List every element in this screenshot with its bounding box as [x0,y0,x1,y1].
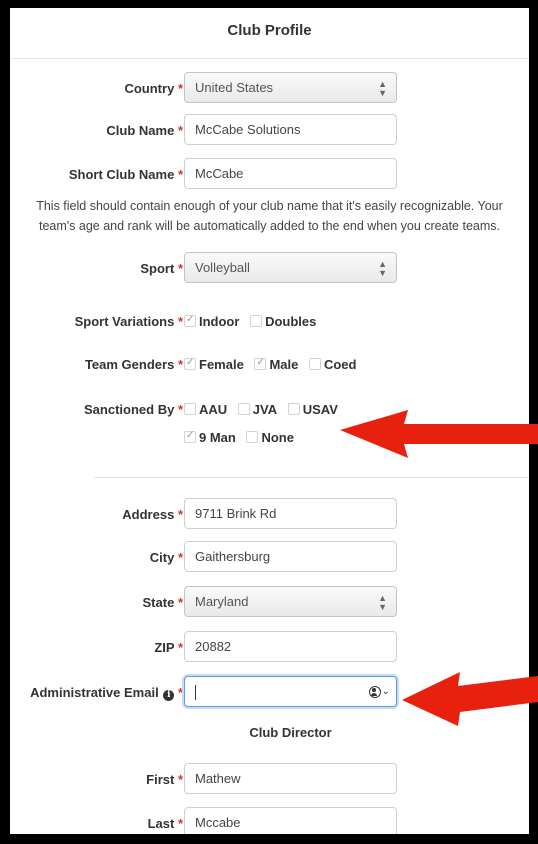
sport-row: Sport * Volleyball ▲ ▼ [10,252,529,284]
section-divider [94,477,529,478]
club-director-heading: Club Director [249,725,332,740]
page-title: Club Profile [227,22,312,39]
checkbox-box[interactable] [184,357,196,370]
info-icon[interactable]: i [163,690,175,701]
required-mark: * [177,402,183,417]
required-mark: * [177,550,183,565]
state-label: State * [142,595,183,610]
required-mark: * [177,261,183,276]
club-name-row: Club Name * McCabe Solutions [10,114,529,146]
sport-variations-row: Sport Variations * Indoor Doubles [10,305,529,337]
required-mark: * [177,167,183,182]
checkbox-none[interactable]: None [246,430,294,445]
first-name-input[interactable]: Mathew [184,763,397,794]
country-row: Country * United States ▲ ▼ [10,72,529,104]
admin-email-input[interactable]: ⌄ [184,676,397,707]
required-mark: * [177,357,183,372]
short-club-name-help-text: This field should contain enough of your… [36,199,503,233]
first-name-label: First * [146,772,183,787]
state-select[interactable]: Maryland ▲ ▼ [184,586,397,617]
required-mark: * [177,595,183,610]
checkbox-aau[interactable]: AAU [184,402,227,417]
required-mark: * [177,81,183,96]
checkbox-box[interactable] [246,431,259,443]
state-row: State * Maryland ▲ ▼ [10,586,529,618]
short-club-name-input[interactable]: McCabe [184,158,397,189]
checkbox-coed[interactable]: Coed [308,357,356,372]
checkbox-box[interactable] [184,430,196,443]
first-name-row: First * Mathew [10,763,529,795]
checkbox-usav[interactable]: USAV [287,402,338,417]
team-genders-options: Female Male Coed [184,357,363,372]
required-mark: * [177,640,183,655]
state-value: Maryland [195,594,249,609]
team-genders-row: Team Genders * Female Male Coed [10,348,529,380]
checkbox-box[interactable] [287,403,300,415]
sport-label: Sport * [140,261,183,276]
header-divider [10,58,529,59]
address-label: Address * [122,507,183,522]
checkbox-doubles[interactable]: Doubles [250,314,316,329]
zip-input[interactable]: 20882 [184,631,397,662]
city-label: City * [149,550,183,565]
checkbox-box[interactable] [250,315,263,327]
required-mark: * [177,123,183,138]
last-name-label: Last * [147,816,183,831]
checkbox-box[interactable] [308,358,321,370]
sanctioned-by-label: Sanctioned By * [84,402,183,417]
up-down-arrows-icon: ▲ ▼ [378,593,387,612]
address-row: Address * 9711 Brink Rd [10,498,529,530]
contact-autofill-icon[interactable]: ⌄ [368,684,390,699]
required-mark: * [177,772,183,787]
short-club-name-label: Short Club Name * [68,167,183,182]
last-name-row: Last * Mccabe [10,807,529,834]
checkbox-box[interactable] [184,314,196,327]
required-mark: * [177,314,183,329]
sanctioned-by-options: AAU JVA USAV [184,402,345,417]
checkbox-female[interactable]: Female [184,357,244,372]
sport-value: Volleyball [195,260,250,275]
sport-select[interactable]: Volleyball ▲ ▼ [184,252,397,283]
text-caret [195,685,196,701]
checkbox-male[interactable]: Male [254,357,298,372]
checkbox-box[interactable] [254,357,267,370]
sanctioned-by-options-2: 9 Man None [184,430,301,445]
club-name-label: Club Name * [106,123,183,138]
sport-variations-options: Indoor Doubles [184,314,323,329]
admin-email-label: Administrative Email i * [30,685,183,701]
checkbox-9-man[interactable]: 9 Man [184,430,236,445]
address-input[interactable]: 9711 Brink Rd [184,498,397,529]
city-input[interactable]: Gaithersburg [184,541,397,572]
admin-email-row: Administrative Email i * ⌄ [10,676,529,708]
team-genders-label: Team Genders * [84,357,183,372]
country-select[interactable]: United States ▲ ▼ [184,72,397,103]
last-name-input[interactable]: Mccabe [184,807,397,834]
country-value: United States [195,80,274,95]
country-label: Country * [124,81,183,96]
club-name-input[interactable]: McCabe Solutions [184,114,397,145]
checkbox-indoor[interactable]: Indoor [184,314,239,329]
required-mark: * [177,507,183,522]
zip-label: ZIP * [154,640,183,655]
checkbox-jva[interactable]: JVA [237,402,277,417]
short-club-name-row: Short Club Name * McCabe [10,158,529,190]
checkbox-box[interactable] [237,403,250,415]
sanctioned-by-row-2: 9 Man None [10,421,529,453]
zip-row: ZIP * 20882 [10,631,529,663]
city-row: City * Gaithersburg [10,541,529,573]
up-down-arrows-icon: ▲ ▼ [378,79,387,98]
club-profile-form: Club Profile Country * United States ▲ ▼ … [10,8,529,834]
up-down-arrows-icon: ▲ ▼ [378,259,387,278]
checkbox-box[interactable] [184,403,196,415]
required-mark: * [177,816,183,831]
sport-variations-label: Sport Variations * [74,314,183,329]
required-mark: * [177,685,183,700]
